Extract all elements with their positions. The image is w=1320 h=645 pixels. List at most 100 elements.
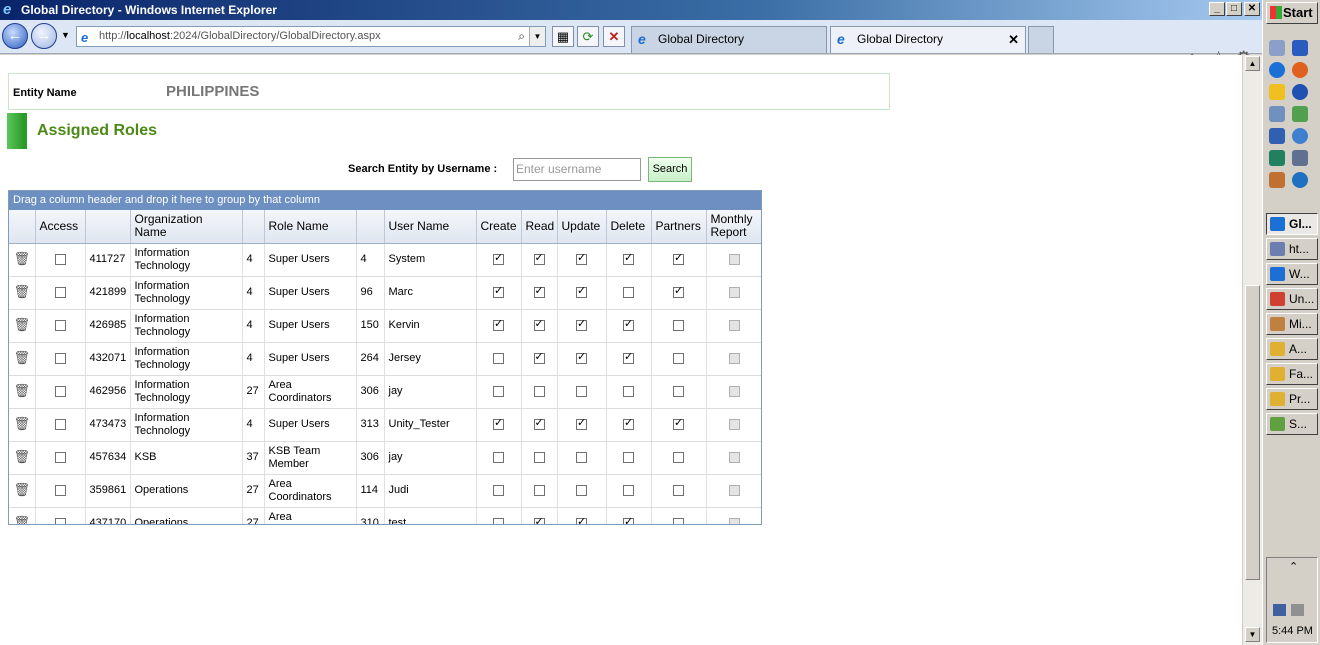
clock[interactable]: 5:44 PM [1272, 625, 1313, 637]
tray-expand-icon[interactable]: ⌃ [1289, 560, 1298, 573]
close-window-button[interactable]: ✕ [1244, 2, 1260, 16]
taskbar-item[interactable]: W... [1266, 263, 1318, 285]
delete-checkbox[interactable] [623, 451, 634, 463]
delete-checkbox[interactable] [623, 286, 634, 298]
access-checkbox[interactable] [54, 418, 66, 430]
back-button[interactable]: ← [2, 23, 28, 49]
quicklaunch-server-icon[interactable] [1269, 40, 1285, 56]
create-checkbox[interactable] [493, 517, 504, 524]
trash-icon[interactable]: 🗑 [13, 251, 30, 266]
quicklaunch-recycle-icon[interactable] [1292, 106, 1308, 122]
create-checkbox[interactable] [493, 352, 504, 364]
partners-checkbox[interactable] [673, 319, 684, 331]
trash-icon[interactable]: 🗑 [13, 482, 30, 497]
group-by-panel[interactable]: Drag a column header and drop it here to… [9, 191, 761, 210]
trash-icon[interactable]: 🗑 [13, 284, 30, 299]
create-checkbox[interactable] [493, 318, 504, 331]
quicklaunch-world-icon[interactable] [1292, 172, 1308, 188]
scroll-thumb[interactable] [1245, 285, 1260, 580]
update-checkbox[interactable] [576, 385, 587, 397]
taskbar-item[interactable]: Pr... [1266, 388, 1318, 410]
quicklaunch-globe-icon[interactable] [1292, 128, 1308, 144]
create-checkbox[interactable] [493, 417, 504, 430]
col-header-monthly-report[interactable]: Monthly Report [706, 210, 761, 244]
access-checkbox[interactable] [54, 319, 66, 331]
stop-icon[interactable]: ✕ [603, 26, 625, 47]
taskbar-item[interactable]: ht... [1266, 238, 1318, 260]
scroll-up-icon[interactable]: ▲ [1245, 56, 1260, 71]
volume-muted-icon[interactable] [1291, 604, 1304, 616]
tab-global-directory-2[interactable]: e Global Directory ✕ [830, 26, 1026, 53]
new-tab-button[interactable] [1028, 26, 1054, 53]
col-header-delete-perm[interactable]: Delete [606, 210, 652, 244]
update-checkbox[interactable] [576, 318, 587, 331]
read-checkbox[interactable] [533, 285, 545, 298]
delete-checkbox[interactable] [623, 351, 634, 364]
col-header-delete[interactable] [9, 210, 36, 244]
recent-pages-dropdown-icon[interactable]: ▼ [61, 30, 70, 40]
network-icon[interactable] [1273, 604, 1286, 616]
partners-checkbox[interactable] [673, 285, 684, 298]
read-checkbox[interactable] [533, 252, 545, 265]
taskbar-item[interactable]: Mi... [1266, 313, 1318, 335]
delete-checkbox[interactable] [623, 417, 634, 430]
compatibility-view-icon[interactable]: ▦ [552, 26, 574, 47]
read-checkbox[interactable] [533, 484, 545, 496]
update-checkbox[interactable] [576, 516, 587, 524]
partners-checkbox[interactable] [673, 352, 684, 364]
read-checkbox[interactable] [533, 318, 545, 331]
update-checkbox[interactable] [576, 252, 587, 265]
read-checkbox[interactable] [533, 516, 545, 524]
trash-icon[interactable]: 🗑 [13, 350, 30, 365]
quicklaunch-firefox-icon[interactable] [1292, 62, 1308, 78]
col-header-create[interactable]: Create [476, 210, 522, 244]
col-header-organization[interactable]: Organization Name [130, 210, 243, 244]
partners-checkbox[interactable] [673, 385, 684, 397]
col-header-access[interactable]: Access [35, 210, 86, 244]
taskbar-item[interactable]: A... [1266, 338, 1318, 360]
access-checkbox[interactable] [54, 286, 66, 298]
col-header-id[interactable] [85, 210, 131, 244]
partners-checkbox[interactable] [673, 451, 684, 463]
partners-checkbox[interactable] [673, 417, 684, 430]
update-checkbox[interactable] [576, 484, 587, 496]
partners-checkbox[interactable] [673, 517, 684, 524]
partners-checkbox[interactable] [673, 484, 684, 496]
col-header-update[interactable]: Update [557, 210, 607, 244]
create-checkbox[interactable] [493, 451, 504, 463]
address-bar[interactable]: e http://localhost:2024/GlobalDirectory/… [76, 26, 546, 47]
quicklaunch-desktop-icon[interactable] [1292, 40, 1308, 56]
quicklaunch-folder-icon[interactable] [1269, 172, 1285, 188]
access-checkbox[interactable] [54, 385, 66, 397]
quicklaunch-info-icon[interactable] [1292, 84, 1308, 100]
search-button[interactable]: Search [648, 157, 692, 182]
trash-icon[interactable]: 🗑 [13, 515, 30, 524]
address-dropdown-icon[interactable]: ▼ [529, 27, 545, 46]
search-address-icon[interactable]: ⌕ [518, 27, 525, 46]
tab-global-directory-1[interactable]: e Global Directory [631, 26, 827, 53]
update-checkbox[interactable] [576, 351, 587, 364]
update-checkbox[interactable] [576, 451, 587, 463]
access-checkbox[interactable] [54, 484, 66, 496]
close-tab-icon[interactable]: ✕ [1008, 27, 1019, 52]
read-checkbox[interactable] [533, 351, 545, 364]
delete-checkbox[interactable] [623, 385, 634, 397]
taskbar-item[interactable]: S... [1266, 413, 1318, 435]
quicklaunch-monitor-icon[interactable] [1292, 150, 1308, 166]
delete-checkbox[interactable] [623, 252, 634, 265]
delete-checkbox[interactable] [623, 516, 634, 524]
taskbar-item[interactable]: Gl... [1266, 213, 1318, 235]
trash-icon[interactable]: 🗑 [13, 317, 30, 332]
create-checkbox[interactable] [493, 484, 504, 496]
col-header-user-name[interactable]: User Name [384, 210, 477, 244]
col-header-role-name[interactable]: Role Name [264, 210, 357, 244]
taskbar-item[interactable]: Un... [1266, 288, 1318, 310]
vertical-scrollbar[interactable]: ▲ ▼ [1242, 55, 1262, 645]
access-checkbox[interactable] [54, 352, 66, 364]
create-checkbox[interactable] [493, 285, 504, 298]
scroll-down-icon[interactable]: ▼ [1245, 627, 1260, 642]
maximize-button[interactable]: □ [1226, 2, 1242, 16]
minimize-button[interactable]: _ [1209, 2, 1225, 16]
access-checkbox[interactable] [54, 451, 66, 463]
create-checkbox[interactable] [493, 385, 504, 397]
